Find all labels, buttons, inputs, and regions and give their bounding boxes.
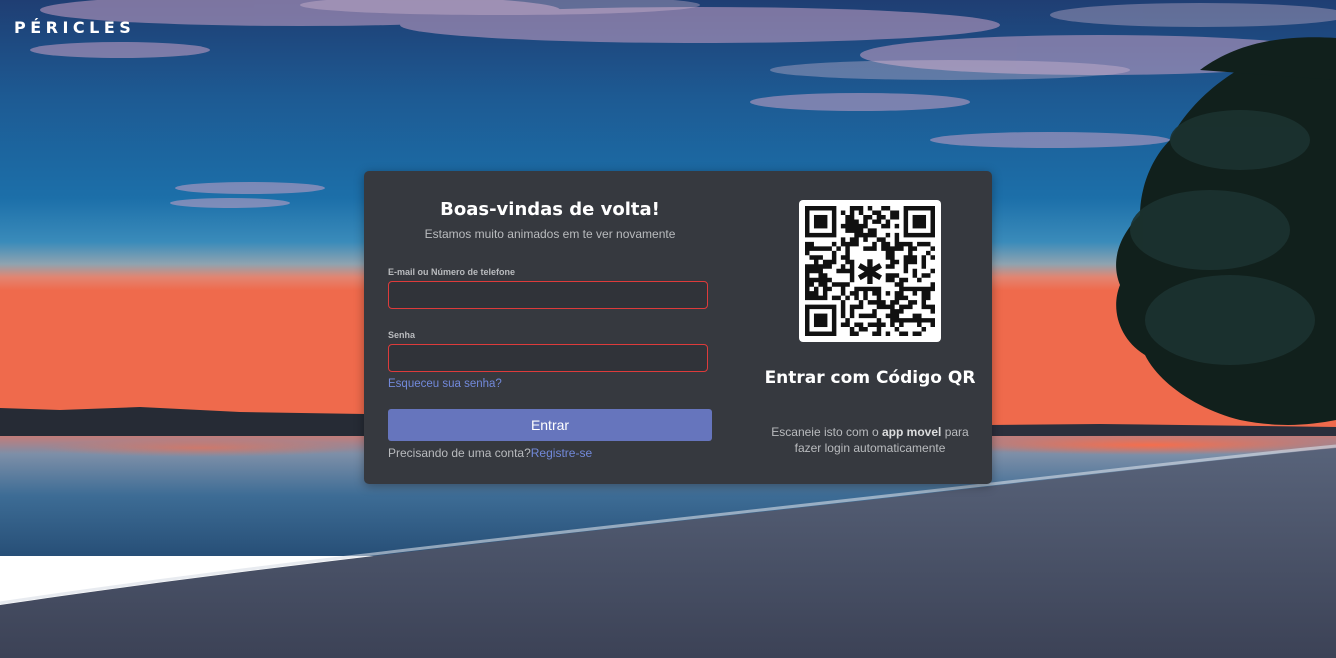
qr-code: ✱ <box>799 200 941 342</box>
qr-title: Entrar com Código QR <box>764 368 976 388</box>
asterisk-logo-icon: ✱ <box>856 253 885 293</box>
qr-finder-2 <box>805 304 837 336</box>
brand-logo: PÉRICLES <box>14 18 136 37</box>
email-field[interactable] <box>388 281 708 309</box>
login-subtitle: Estamos muito animados em te ver novamen… <box>424 227 676 241</box>
forgot-password-link[interactable]: Esqueceu sua senha? <box>388 378 502 390</box>
register-link[interactable]: Registre-se <box>531 446 592 460</box>
login-button[interactable]: Entrar <box>388 409 712 441</box>
qr-desc-before: Escaneie isto com o <box>771 425 882 439</box>
email-label: E-mail ou Número de telefone <box>388 267 516 277</box>
qr-code-image: ✱ <box>805 206 935 336</box>
qr-desc-app: app movel <box>882 425 942 439</box>
login-card: Boas-vindas de volta! Estamos muito anim… <box>364 171 992 484</box>
qr-finder-1 <box>903 206 935 238</box>
password-field[interactable] <box>388 344 708 372</box>
register-prompt: Precisando de uma conta? <box>388 446 531 460</box>
qr-finder-0 <box>805 206 837 238</box>
qr-description: Escaneie isto com o app movel para fazer… <box>768 424 972 456</box>
password-label: Senha <box>388 330 416 340</box>
login-title: Boas-vindas de volta! <box>440 199 660 220</box>
register-line: Precisando de uma conta?Registre-se <box>388 446 592 460</box>
